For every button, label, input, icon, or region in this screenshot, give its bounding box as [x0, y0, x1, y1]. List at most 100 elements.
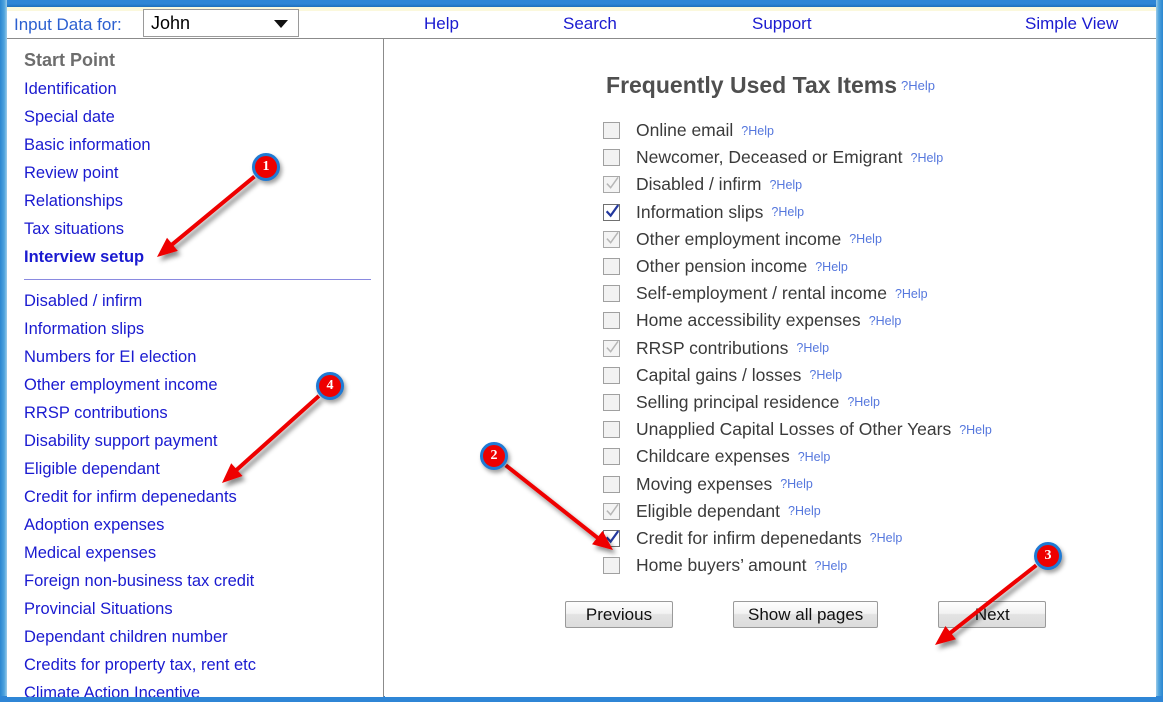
tax-item-checkbox[interactable]: [603, 122, 620, 140]
sidebar-item[interactable]: Dependant children number: [7, 623, 383, 651]
tax-item-row: Selling principal residence ?Help: [603, 389, 1156, 416]
sidebar-item[interactable]: Adoption expenses: [7, 511, 383, 539]
sidebar-item[interactable]: RRSP contributions: [7, 399, 383, 427]
tax-item-label: Moving expenses: [636, 473, 773, 494]
nav-support[interactable]: Support: [752, 12, 812, 36]
tax-item-row: Childcare expenses ?Help: [603, 443, 1156, 470]
tax-item-label: Disabled / infirm: [636, 174, 762, 195]
sidebar-item[interactable]: Credits for property tax, rent etc: [7, 651, 383, 679]
tax-item-row: Information slips ?Help: [603, 199, 1156, 226]
sidebar-divider: [24, 279, 371, 280]
panel-button-row: Previous Show all pages Next: [385, 601, 1156, 629]
tax-item-checkbox[interactable]: [603, 203, 620, 221]
tax-item-row: Online email ?Help: [603, 117, 1156, 144]
page-title-help-link[interactable]: ?Help: [901, 78, 935, 93]
tax-item-checkbox[interactable]: [603, 312, 620, 330]
tax-item-row: Credit for infirm depenedants ?Help: [603, 525, 1156, 552]
tax-item-help-link[interactable]: ?Help: [780, 477, 813, 491]
tax-item-checkbox[interactable]: [603, 258, 620, 276]
tax-item-checkbox[interactable]: [603, 366, 620, 384]
tax-item-row: Newcomer, Deceased or Emigrant ?Help: [603, 144, 1156, 171]
tax-item-checkbox[interactable]: [603, 149, 620, 167]
tax-item-label: Online email: [636, 120, 734, 141]
tax-item-help-link[interactable]: ?Help: [815, 559, 848, 573]
tax-item-row: Capital gains / losses ?Help: [603, 362, 1156, 389]
tax-item-help-link[interactable]: ?Help: [847, 395, 880, 409]
tax-item-checkbox: [603, 339, 620, 357]
sidebar-heading: Start Point: [24, 50, 116, 70]
sidebar-item[interactable]: Interview setup: [7, 243, 383, 271]
window-frame-right: [1156, 0, 1163, 702]
nav-simple-view[interactable]: Simple View: [1025, 12, 1118, 36]
tax-item-label: Childcare expenses: [636, 446, 790, 467]
tax-item-row: Other employment income ?Help: [603, 226, 1156, 253]
tax-item-help-link[interactable]: ?Help: [809, 368, 842, 382]
tax-item-checkbox[interactable]: [603, 393, 620, 411]
tax-item-help-link[interactable]: ?Help: [796, 341, 829, 355]
nav-help[interactable]: Help: [424, 12, 459, 36]
tax-item-label: Information slips: [636, 201, 764, 222]
sidebar-item[interactable]: Basic information: [7, 131, 383, 159]
input-data-for-label: Input Data for:: [14, 15, 122, 34]
sidebar-item[interactable]: Credit for infirm depenedants: [7, 483, 383, 511]
tax-item-help-link[interactable]: ?Help: [870, 531, 903, 545]
tax-item-row: Home accessibility expenses ?Help: [603, 307, 1156, 334]
sidebar-primary-list: Identification Special date Basic informat…: [7, 75, 383, 271]
next-button[interactable]: Next: [938, 601, 1047, 629]
tax-item-help-link[interactable]: ?Help: [771, 205, 804, 219]
sidebar-item[interactable]: Provincial Situations: [7, 595, 383, 623]
sidebar-item[interactable]: Special date: [7, 103, 383, 131]
sidebar-item[interactable]: Medical expenses: [7, 539, 383, 567]
person-select[interactable]: John: [143, 9, 299, 37]
tax-item-checkbox[interactable]: [603, 421, 620, 439]
sidebar-item[interactable]: Numbers for EI election: [7, 343, 383, 371]
tax-item-help-link[interactable]: ?Help: [741, 124, 774, 138]
tax-item-row: RRSP contributions ?Help: [603, 335, 1156, 362]
tax-item-checkbox: [603, 176, 620, 194]
tax-item-label: Other employment income: [636, 228, 842, 249]
tax-item-help-link[interactable]: ?Help: [798, 450, 831, 464]
tax-item-checkbox[interactable]: [603, 285, 620, 303]
sidebar-item[interactable]: Tax situations: [7, 215, 383, 243]
show-all-pages-button[interactable]: Show all pages: [733, 601, 879, 629]
sidebar-item[interactable]: Disabled / infirm: [7, 287, 383, 315]
sidebar-item[interactable]: Disability support payment: [7, 427, 383, 455]
tax-item-label: RRSP contributions: [636, 337, 789, 358]
tax-item-row: Home buyers’ amount ?Help: [603, 552, 1156, 579]
application-window: Input Data for: John Help Search Support…: [0, 0, 1163, 702]
tax-item-help-link[interactable]: ?Help: [849, 232, 882, 246]
tax-item-help-link[interactable]: ?Help: [895, 287, 928, 301]
tax-item-checkbox[interactable]: [603, 529, 620, 547]
tax-item-help-link[interactable]: ?Help: [788, 504, 821, 518]
annotation-badge: 3: [1034, 542, 1062, 570]
tax-item-row: Disabled / infirm ?Help: [603, 171, 1156, 198]
tax-item-row: Moving expenses ?Help: [603, 470, 1156, 497]
tax-item-checkbox[interactable]: [603, 557, 620, 575]
tax-item-help-link[interactable]: ?Help: [959, 423, 992, 437]
sidebar-item[interactable]: Information slips: [7, 315, 383, 343]
sidebar-item[interactable]: Review point: [7, 159, 383, 187]
previous-button[interactable]: Previous: [565, 601, 673, 629]
tax-item-label: Self-employment / rental income: [636, 283, 887, 304]
tax-item-row: Eligible dependant ?Help: [603, 498, 1156, 525]
chevron-down-icon: [274, 20, 288, 28]
tax-item-checkbox[interactable]: [603, 448, 620, 466]
tax-item-help-link[interactable]: ?Help: [815, 260, 848, 274]
tax-item-help-link[interactable]: ?Help: [911, 151, 944, 165]
sidebar-item[interactable]: Identification: [7, 75, 383, 103]
tax-item-checkbox[interactable]: [603, 475, 620, 493]
check-icon: [606, 203, 619, 218]
tax-item-help-link[interactable]: ?Help: [869, 314, 902, 328]
nav-search[interactable]: Search: [563, 12, 617, 36]
sidebar-item[interactable]: Eligible dependant: [7, 455, 383, 483]
tax-item-label: Newcomer, Deceased or Emigrant: [636, 147, 903, 168]
tax-item-label: Other pension income: [636, 256, 808, 277]
sidebar-item[interactable]: Relationships: [7, 187, 383, 215]
tax-item-label: Capital gains / losses: [636, 364, 802, 385]
sidebar-item[interactable]: Climate Action Incentive: [7, 679, 383, 697]
tax-item-label: Selling principal residence: [636, 391, 840, 412]
tax-item-label: Home accessibility expenses: [636, 310, 861, 331]
tax-item-checkbox: [603, 230, 620, 248]
sidebar-item[interactable]: Foreign non-business tax credit: [7, 567, 383, 595]
tax-item-help-link[interactable]: ?Help: [769, 178, 802, 192]
